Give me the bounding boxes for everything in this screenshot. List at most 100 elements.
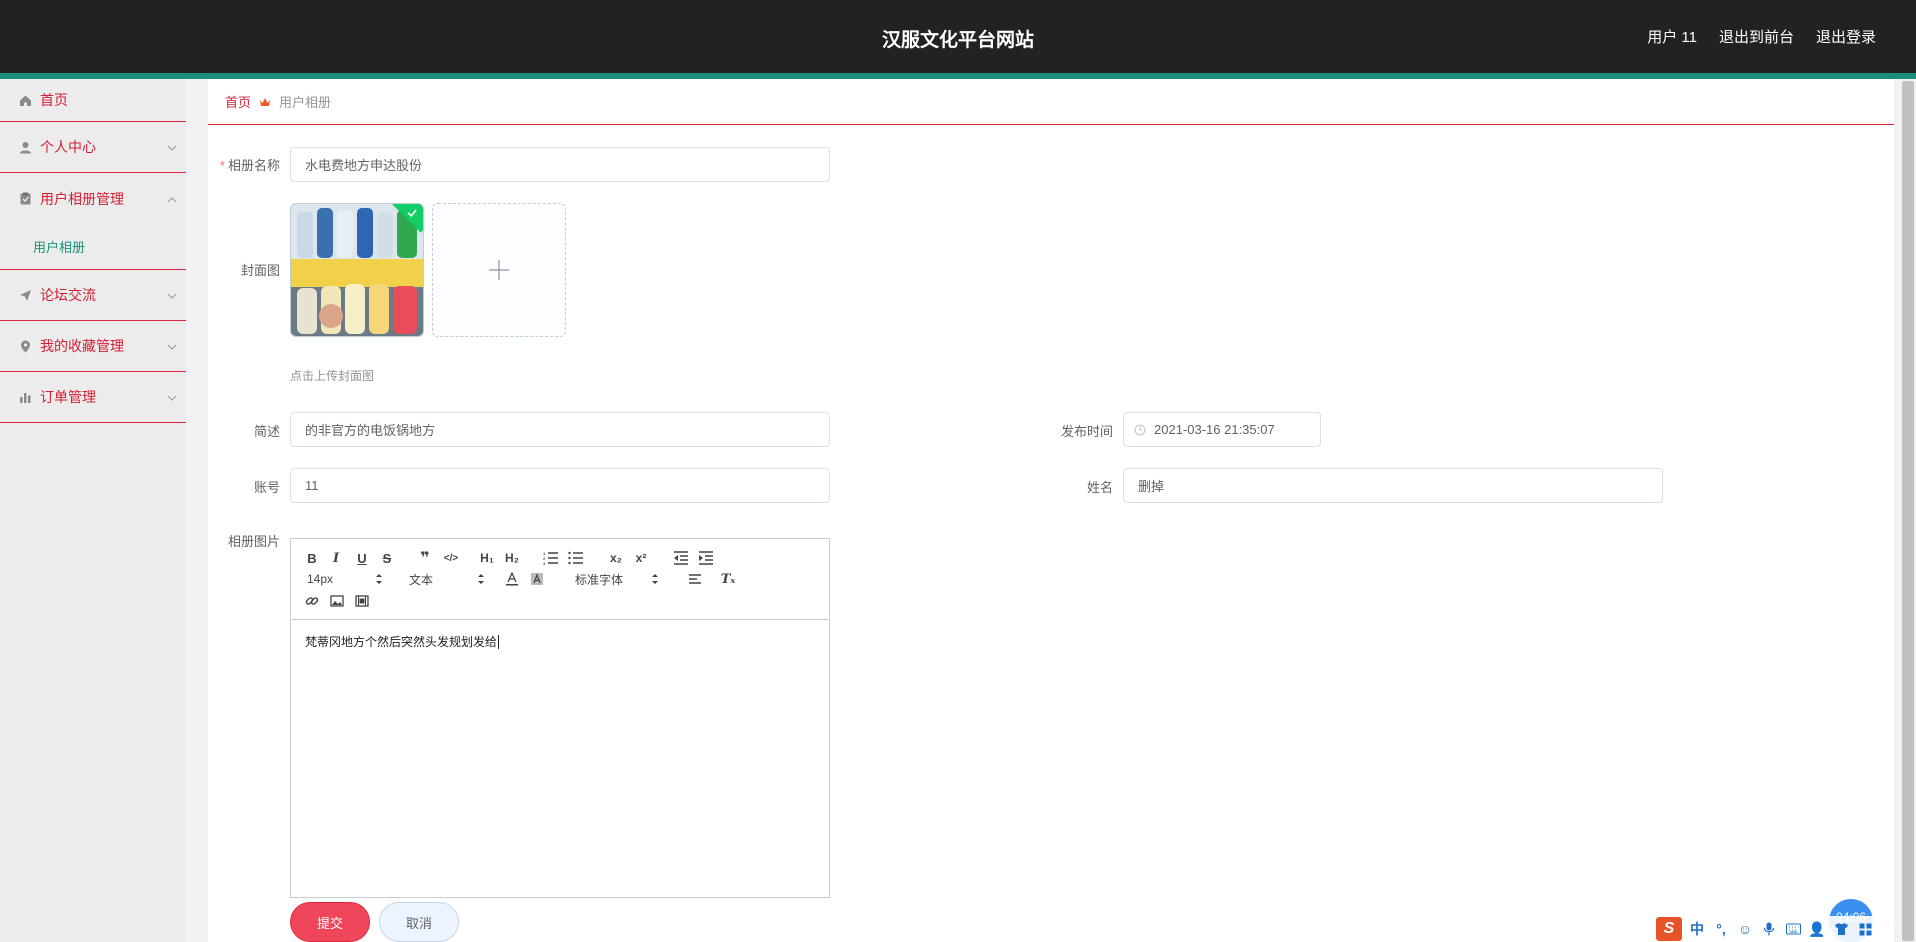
editor-content[interactable]: 梵蒂冈地方个然后突然头发规划发给: [305, 633, 500, 650]
sidebar-item-forum[interactable]: 论坛交流: [0, 270, 186, 321]
font-color-icon[interactable]: [503, 570, 521, 588]
crown-icon: [259, 96, 271, 108]
microphone-icon[interactable]: [1760, 920, 1778, 938]
required-mark: *: [219, 158, 225, 173]
cover-image: [291, 204, 423, 336]
clear-format-button[interactable]: Tₓ: [719, 570, 737, 588]
chevron-up-icon: [166, 193, 178, 205]
video-icon[interactable]: [353, 592, 371, 610]
cover-label: 封面图: [240, 263, 280, 278]
sidebar-item-label: 个人中心: [40, 139, 96, 155]
description-input[interactable]: 的非官方的电饭锅地方: [290, 412, 830, 447]
background-color-icon[interactable]: [528, 570, 546, 588]
editor-toolbar: B I U S ❞ </> H₁ H₂ 123 x₂ x² 14px 文本 标准…: [291, 539, 829, 620]
keyboard-icon[interactable]: [1784, 920, 1802, 938]
indent-icon[interactable]: [697, 549, 715, 567]
album-name-label: * 相册名称: [219, 158, 280, 173]
quote-button[interactable]: ❞: [416, 549, 434, 567]
underline-button[interactable]: U: [353, 549, 371, 567]
sidebar-item-orders[interactable]: 订单管理: [0, 372, 186, 423]
chevron-down-icon: [166, 141, 178, 153]
code-block-button[interactable]: </>: [442, 549, 460, 567]
back-to-front-link[interactable]: 退出到前台: [1719, 26, 1794, 47]
publish-time-picker[interactable]: 2021-03-16 21:35:07: [1123, 412, 1321, 447]
sidebar-item-home[interactable]: 首页: [0, 79, 186, 122]
submit-button[interactable]: 提交: [290, 902, 370, 942]
description-label: 简述: [253, 424, 280, 439]
subscript-button[interactable]: x₂: [607, 549, 625, 567]
sidebar-subitem-label: 用户相册: [33, 240, 86, 255]
scrollbar-thumb[interactable]: [1902, 81, 1914, 941]
grid-menu-icon[interactable]: [1856, 920, 1874, 938]
upload-add-button[interactable]: [432, 203, 566, 337]
breadcrumb-home-link[interactable]: 首页: [225, 92, 251, 111]
header-2-button[interactable]: H₂: [503, 549, 521, 567]
font-family-select[interactable]: 标准字体: [575, 570, 659, 588]
check-icon: [407, 209, 417, 218]
header-1-button[interactable]: H₁: [478, 549, 496, 567]
chevron-down-icon: [166, 391, 178, 403]
logout-link[interactable]: 退出登录: [1816, 26, 1876, 47]
emoji-icon[interactable]: ☺: [1736, 920, 1754, 938]
account-label: 账号: [253, 480, 280, 495]
main-content: 首页 用户相册 * 相册名称 水电费地方申达股份 封面图 点击上传封面图 简述 …: [208, 79, 1894, 942]
real-name-label: 姓名: [1086, 480, 1113, 495]
cover-image-thumbnail[interactable]: [290, 203, 424, 337]
sidebar-subitem-user-album[interactable]: 用户相册: [0, 224, 186, 270]
image-icon[interactable]: [328, 592, 346, 610]
italic-button[interactable]: I: [327, 549, 345, 567]
account-input[interactable]: 11: [290, 468, 830, 503]
publish-time-label: 发布时间: [1060, 424, 1113, 439]
plus-icon: [489, 260, 509, 280]
clipboard-icon: [19, 192, 32, 205]
header-links: 用户 11 退出到前台 退出登录: [1647, 26, 1876, 47]
sidebar-item-label: 我的收藏管理: [40, 338, 124, 354]
top-header: 汉服文化平台网站 用户 11 退出到前台 退出登录: [0, 0, 1916, 73]
rich-text-editor: B I U S ❞ </> H₁ H₂ 123 x₂ x² 14px 文本 标准…: [290, 538, 830, 898]
ime-language-toggle[interactable]: 中: [1688, 920, 1706, 938]
sidebar-item-label: 论坛交流: [40, 287, 96, 303]
ordered-list-icon[interactable]: 123: [542, 549, 560, 567]
user-icon: [19, 141, 32, 154]
ime-toolbar: S 中 °, ☺ 👤: [1650, 916, 1880, 942]
svg-text:3: 3: [543, 561, 546, 565]
align-icon[interactable]: [686, 570, 704, 588]
paper-plane-icon: [19, 289, 32, 302]
link-icon[interactable]: [303, 592, 321, 610]
sidebar-item-label: 首页: [40, 92, 68, 108]
cancel-button[interactable]: 取消: [379, 902, 459, 942]
current-user-label[interactable]: 用户 11: [1647, 26, 1697, 47]
sidebar-item-favorites[interactable]: 我的收藏管理: [0, 321, 186, 372]
text-cursor: [498, 635, 500, 649]
bullet-list-icon[interactable]: [567, 549, 585, 567]
location-pin-icon: [19, 340, 32, 353]
real-name-input[interactable]: 删掉: [1123, 468, 1663, 503]
sidebar: 首页 个人中心 用户相册管理 用户相册 论坛交流 我的收藏管理 订单管理: [0, 79, 186, 942]
clock-icon: [1134, 424, 1146, 436]
site-title: 汉服文化平台网站: [881, 30, 1034, 51]
sidebar-item-label: 订单管理: [40, 389, 96, 405]
album-images-label: 相册图片: [227, 534, 280, 549]
outdent-icon[interactable]: [672, 549, 690, 567]
font-size-select[interactable]: 14px: [307, 570, 383, 588]
select-arrows-icon: [375, 572, 383, 586]
home-icon: [19, 94, 32, 107]
user-silhouette-icon[interactable]: 👤: [1808, 920, 1826, 938]
superscript-button[interactable]: x²: [632, 549, 650, 567]
sidebar-item-personal-center[interactable]: 个人中心: [0, 122, 186, 173]
punctuation-icon[interactable]: °,: [1712, 920, 1730, 938]
chevron-down-icon: [166, 289, 178, 301]
sogou-logo-icon[interactable]: S: [1656, 917, 1682, 941]
sidebar-item-label: 用户相册管理: [40, 190, 124, 207]
header-select[interactable]: 文本: [409, 570, 485, 588]
breadcrumb-current: 用户相册: [279, 95, 332, 110]
album-name-input[interactable]: 水电费地方申达股份: [290, 147, 830, 182]
breadcrumb: 首页 用户相册: [208, 79, 1894, 125]
shirt-icon[interactable]: [1832, 920, 1850, 938]
bar-chart-icon: [19, 391, 32, 404]
cover-upload-tip: 点击上传封面图: [290, 369, 375, 383]
sidebar-item-album-management[interactable]: 用户相册管理: [0, 173, 186, 224]
bold-button[interactable]: B: [303, 549, 321, 567]
select-arrows-icon: [477, 572, 485, 586]
strike-button[interactable]: S: [378, 549, 396, 567]
